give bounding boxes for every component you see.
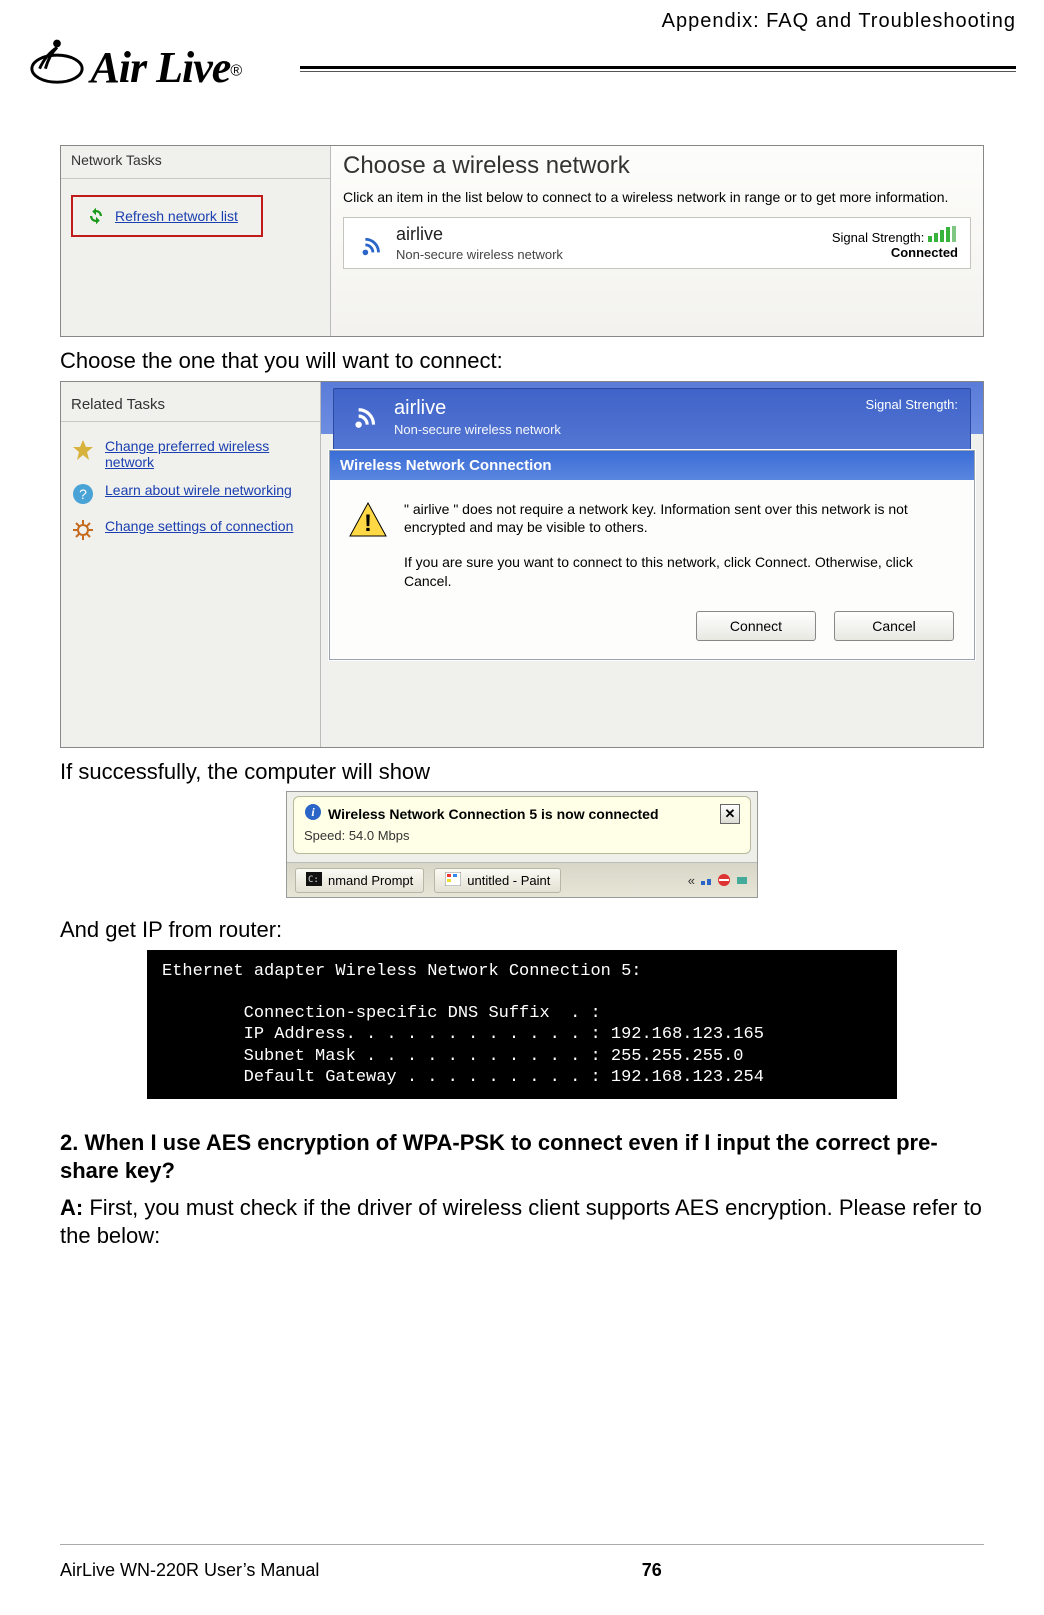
help-icon: ?	[71, 482, 95, 506]
divider	[61, 421, 320, 422]
divider	[61, 178, 330, 179]
screenshot-balloon: i Wireless Network Connection 5 is now c…	[286, 791, 758, 898]
page: Appendix: FAQ and Troubleshooting Air Li…	[0, 0, 1044, 1615]
network-status: Signal Strength:	[832, 226, 958, 260]
paint-icon	[445, 872, 461, 889]
signal-label: Signal Strength:	[832, 230, 925, 245]
network-list-item[interactable]: airlive Non-secure wireless network Sign…	[343, 217, 971, 269]
header-divider	[300, 66, 1016, 96]
wireless-beacon-icon	[348, 397, 382, 431]
screenshot-choose-network: Network Tasks Refresh network list Choos…	[60, 145, 984, 337]
faq-answer-2: A: First, you must check if the driver o…	[60, 1194, 984, 1249]
registered-icon: ®	[230, 63, 242, 80]
info-icon: i	[304, 803, 322, 824]
signal-strength-icon	[928, 230, 958, 245]
screenshot-ipconfig: Ethernet adapter Wireless Network Connec…	[147, 950, 897, 1100]
balloon-speed: Speed: 54.0 Mbps	[304, 828, 740, 843]
selected-network-text: airlive Non-secure wireless network	[394, 397, 561, 437]
cmd-line-1: Ethernet adapter Wireless Network Connec…	[162, 962, 641, 981]
selected-security: Non-secure wireless network	[394, 422, 561, 437]
dialog-buttons: Connect Cancel	[330, 611, 974, 659]
right-panel: airlive Non-secure wireless network Sign…	[321, 382, 983, 747]
learn-wireless-link[interactable]: Learn about wirele networking	[105, 482, 292, 498]
network-security: Non-secure wireless network	[396, 247, 563, 262]
tray-network-icon[interactable]	[699, 873, 713, 887]
svg-text:C:: C:	[308, 875, 319, 885]
brand-text: Air Live	[90, 43, 230, 92]
refresh-network-list-link[interactable]: Refresh network list	[115, 208, 238, 224]
taskbar-item[interactable]: untitled - Paint	[434, 868, 561, 893]
connect-button[interactable]: Connect	[696, 611, 816, 641]
task-link-row: ? Learn about wirele networking	[71, 482, 310, 506]
related-tasks-panel: Related Tasks Change preferred wireless …	[61, 382, 321, 747]
balloon-title-row: i Wireless Network Connection 5 is now c…	[304, 803, 740, 824]
system-tray: «	[688, 873, 749, 888]
task-link-row: Change preferred wireless network	[71, 438, 310, 470]
cmd-icon: C:	[306, 872, 322, 889]
cmd-line-5: Default Gateway . . . . . . . . . : 192.…	[162, 1068, 764, 1087]
connected-label: Connected	[832, 245, 958, 260]
confirm-dialog: Wireless Network Connection ! " airlive …	[329, 450, 975, 661]
section-title: Appendix: FAQ and Troubleshooting	[662, 10, 1016, 33]
taskbar-item-label: untitled - Paint	[467, 873, 550, 888]
cancel-button[interactable]: Cancel	[834, 611, 954, 641]
page-number: 76	[642, 1560, 662, 1581]
body-text-3: And get IP from router:	[60, 916, 984, 944]
tray-misc-icon[interactable]	[735, 873, 749, 887]
related-tasks-title: Related Tasks	[71, 396, 310, 413]
network-tasks-panel: Network Tasks Refresh network list	[61, 146, 331, 336]
manual-title: AirLive WN-220R User’s Manual	[60, 1560, 319, 1581]
svg-text:?: ?	[79, 486, 87, 502]
body-text-1: Choose the one that you will want to con…	[60, 347, 984, 375]
cmd-line-4: Subnet Mask . . . . . . . . . . . : 255.…	[162, 1047, 744, 1066]
logo-swoosh-icon	[28, 30, 86, 88]
cmd-line-2: Connection-specific DNS Suffix . :	[162, 1004, 601, 1023]
dialog-text-2: If you are sure you want to connect to t…	[404, 553, 956, 591]
network-tasks-title: Network Tasks	[71, 152, 320, 168]
taskbar-item-label: nmand Prompt	[328, 873, 413, 888]
refresh-icon	[87, 207, 105, 225]
content: Network Tasks Refresh network list Choos…	[60, 0, 984, 1249]
settings-gear-icon	[71, 518, 95, 542]
balloon-close-button[interactable]: ✕	[720, 804, 740, 824]
answer-label: A:	[60, 1195, 83, 1220]
change-preferred-link[interactable]: Change preferred wireless network	[105, 438, 310, 470]
dialog-body: ! " airlive " does not require a network…	[330, 480, 974, 612]
brand-logo: Air Live®	[28, 30, 288, 93]
cmd-line-3: IP Address. . . . . . . . . . . . : 192.…	[162, 1025, 764, 1044]
choose-network-panel: Choose a wireless network Click an item …	[331, 146, 983, 336]
refresh-highlight-box: Refresh network list	[71, 195, 263, 237]
network-ssid: airlive	[396, 224, 563, 245]
footer-divider	[60, 1544, 984, 1545]
change-settings-link[interactable]: Change settings of connection	[105, 518, 293, 534]
star-preferred-icon	[71, 438, 95, 462]
taskbar: C: nmand Prompt untitled - Paint «	[287, 862, 757, 897]
notification-balloon: i Wireless Network Connection 5 is now c…	[293, 796, 751, 854]
warning-icon: !	[348, 500, 388, 540]
dialog-titlebar: Wireless Network Connection	[330, 451, 974, 480]
balloon-title: Wireless Network Connection 5 is now con…	[328, 806, 659, 822]
wireless-beacon-icon	[356, 228, 386, 258]
answer-text: First, you must check if the driver of w…	[60, 1195, 982, 1248]
faq-question-2: 2. When I use AES encryption of WPA-PSK …	[60, 1129, 984, 1184]
tray-expand-icon[interactable]: «	[688, 873, 695, 888]
tray-alert-icon[interactable]	[717, 873, 731, 887]
selected-signal-label: Signal Strength:	[865, 397, 958, 412]
taskbar-item[interactable]: C: nmand Prompt	[295, 868, 424, 893]
network-item-text: airlive Non-secure wireless network	[396, 224, 563, 262]
page-footer: AirLive WN-220R User’s Manual 76	[60, 1560, 984, 1581]
screenshot-connect-dialog: Related Tasks Change preferred wireless …	[60, 381, 984, 748]
task-link-row: Change settings of connection	[71, 518, 310, 542]
dialog-text: " airlive " does not require a network k…	[404, 500, 956, 592]
selected-ssid: airlive	[394, 397, 561, 420]
choose-network-title: Choose a wireless network	[343, 152, 971, 180]
body-text-2: If successfully, the computer will show	[60, 758, 984, 786]
svg-text:!: !	[364, 510, 372, 537]
dialog-text-1: " airlive " does not require a network k…	[404, 500, 956, 538]
choose-network-subtitle: Click an item in the list below to conne…	[343, 188, 971, 207]
